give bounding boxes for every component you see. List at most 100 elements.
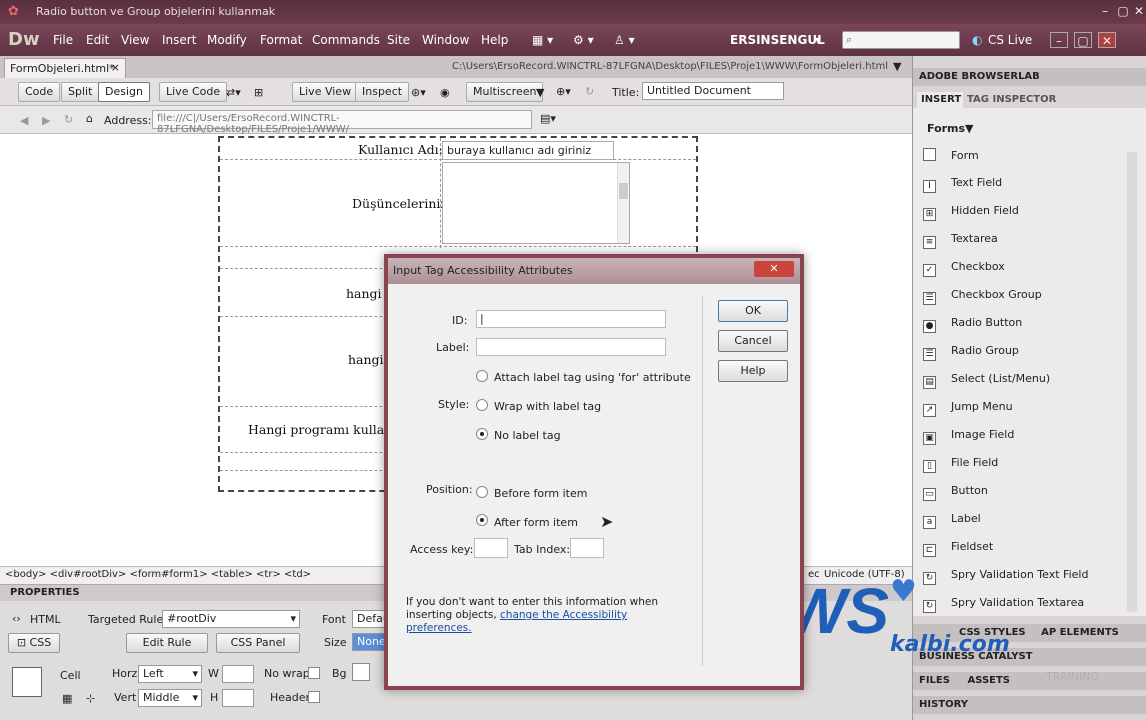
bg-color-swatch[interactable] — [352, 663, 370, 681]
insert-hidden-field[interactable]: ⊞ Hidden Field — [923, 204, 1019, 221]
files-panel-tab[interactable]: FILES ASSETS — [913, 672, 1146, 690]
cancel-button[interactable]: Cancel — [718, 330, 788, 352]
refresh-page-icon[interactable]: ↻ — [64, 113, 73, 126]
insert-label[interactable]: a Label — [923, 512, 981, 529]
style-for-attribute-radio[interactable] — [476, 370, 488, 382]
search-input[interactable]: ⌕ — [842, 31, 960, 49]
height-input[interactable] — [222, 689, 254, 707]
user-name[interactable]: ERSINSENGUL — [730, 33, 825, 47]
insert-text-field[interactable]: I Text Field — [923, 176, 1002, 193]
scroll-thumb[interactable] — [619, 183, 628, 199]
menu-modify[interactable]: Modify — [207, 33, 247, 47]
sync-icon[interactable]: ♙ ▾ — [614, 33, 635, 47]
help-button[interactable]: Help — [718, 360, 788, 382]
doc-restore-icon[interactable]: ▢ — [1074, 32, 1092, 48]
insert-checkbox[interactable]: ✓ Checkbox — [923, 260, 1005, 277]
preview-icon[interactable]: ⊛▾ — [411, 86, 426, 99]
refresh-icon[interactable]: ◉ — [440, 86, 450, 99]
position-before-radio[interactable] — [476, 486, 488, 498]
multiscreen-dropdown-icon[interactable]: ▼ — [536, 86, 544, 99]
user-dropdown-icon[interactable]: ▾ — [815, 33, 821, 47]
browserlab-panel-tab[interactable]: ADOBE BROWSERLAB — [913, 68, 1146, 86]
menu-view[interactable]: View — [121, 33, 149, 47]
minimize-icon[interactable]: – — [1096, 3, 1114, 19]
category-dropdown-icon[interactable]: ▼ — [965, 122, 973, 135]
browse-options-icon[interactable]: ▤▾ — [540, 112, 556, 125]
title-input[interactable]: Untitled Document — [642, 82, 784, 100]
doc-minimize-icon[interactable]: – — [1050, 32, 1068, 48]
font-select[interactable]: Defau — [352, 610, 390, 628]
tab-index-input[interactable] — [570, 538, 604, 558]
live-view-button[interactable]: Live View — [292, 82, 359, 102]
label-input[interactable] — [476, 338, 666, 356]
insert-jump-menu[interactable]: ↗ Jump Menu — [923, 400, 1013, 417]
visual-aids-icon[interactable]: ⊕▾ — [556, 85, 571, 98]
position-after-radio[interactable] — [476, 514, 488, 526]
category-select[interactable]: Forms — [927, 122, 965, 135]
forward-icon[interactable]: ▶ — [42, 114, 50, 127]
menu-file[interactable]: File — [53, 33, 73, 47]
merge-cells-icon[interactable]: ▦ — [62, 692, 72, 705]
textarea-scrollbar[interactable] — [617, 163, 629, 243]
insert-checkbox-group[interactable]: ☰ Checkbox Group — [923, 288, 1042, 305]
document-tab[interactable]: FormObjeleri.html* × — [4, 58, 126, 78]
width-input[interactable] — [222, 665, 254, 683]
design-view-button[interactable]: Design — [98, 82, 150, 102]
close-icon[interactable]: ✕ — [1130, 3, 1146, 19]
edit-rule-button[interactable]: Edit Rule — [126, 633, 208, 653]
css-mode-button[interactable]: ⊡ CSS — [8, 633, 60, 653]
validate-icon[interactable]: ⊞ — [254, 86, 263, 99]
insert-tab[interactable]: INSERT — [917, 92, 963, 108]
browser-check-icon[interactable]: ⇄▾ — [226, 86, 241, 99]
css-panel-button[interactable]: CSS Panel — [216, 633, 300, 653]
cslive-button[interactable]: CS Live — [988, 33, 1032, 47]
header-checkbox[interactable] — [308, 691, 320, 703]
insert-textarea[interactable]: ≡ Textarea — [923, 232, 998, 249]
style-no-label-radio[interactable] — [476, 428, 488, 440]
gear-icon[interactable]: ⚙ ▾ — [573, 33, 594, 47]
menu-insert[interactable]: Insert — [162, 33, 196, 47]
insert-select-list[interactable]: ▤ Select (List/Menu) — [923, 372, 1050, 389]
menu-site[interactable]: Site — [387, 33, 410, 47]
nowrap-checkbox[interactable] — [308, 667, 320, 679]
menu-help[interactable]: Help — [481, 33, 508, 47]
insert-radio-button[interactable]: ● Radio Button — [923, 316, 1022, 333]
split-cell-icon[interactable]: ⊹ — [86, 692, 95, 705]
inspect-button[interactable]: Inspect — [355, 82, 410, 102]
html-mode-button[interactable]: HTML — [30, 613, 61, 626]
address-input[interactable]: file:///C|/Users/ErsoRecord.WINCTRL-87LF… — [152, 110, 532, 135]
thoughts-textarea[interactable] — [442, 162, 630, 244]
menu-format[interactable]: Format — [260, 33, 302, 47]
insert-form[interactable]: Form — [923, 148, 979, 162]
ok-button[interactable]: OK — [718, 300, 788, 322]
history-panel-tab[interactable]: HISTORY — [913, 696, 1146, 714]
reload-icon[interactable]: ↻ — [585, 85, 594, 98]
menu-window[interactable]: Window — [422, 33, 469, 47]
targeted-rule-select[interactable]: #rootDiv ▾ — [162, 610, 300, 628]
multiscreen-button[interactable]: Multiscreen — [466, 82, 544, 102]
code-view-button[interactable]: Code — [18, 82, 61, 102]
tab-close-icon[interactable]: × — [111, 61, 120, 74]
insert-image-field[interactable]: ▣ Image Field — [923, 428, 1014, 445]
insert-button[interactable]: ▭ Button — [923, 484, 988, 501]
insert-fieldset[interactable]: ⊏ Fieldset — [923, 540, 993, 557]
username-field[interactable]: buraya kullanıcı adı giriniz — [442, 141, 614, 160]
tag-path[interactable]: <body> <div#rootDiv> <form#form1> <table… — [5, 569, 311, 580]
tag-inspector-tab[interactable]: TAG INSPECTOR — [963, 92, 1073, 108]
filter-icon[interactable]: ▼ — [893, 60, 901, 73]
cslive-icon[interactable]: ◐ — [972, 33, 982, 47]
menu-commands[interactable]: Commands — [312, 33, 380, 47]
layout-icon[interactable]: ▦ ▾ — [532, 33, 553, 47]
size-select[interactable]: None — [352, 633, 388, 651]
live-code-button[interactable]: Live Code — [159, 82, 228, 102]
access-key-input[interactable] — [474, 538, 508, 558]
insert-radio-group[interactable]: ☰ Radio Group — [923, 344, 1019, 361]
dialog-close-icon[interactable]: ✕ — [754, 261, 794, 277]
horz-select[interactable]: Left ▾ — [138, 665, 202, 683]
insert-file-field[interactable]: ▯ File Field — [923, 456, 998, 473]
id-input[interactable]: | — [476, 310, 666, 328]
style-wrap-radio[interactable] — [476, 399, 488, 411]
vert-select[interactable]: Middle ▾ — [138, 689, 202, 707]
insert-scrollbar[interactable] — [1127, 152, 1137, 612]
menu-edit[interactable]: Edit — [86, 33, 109, 47]
